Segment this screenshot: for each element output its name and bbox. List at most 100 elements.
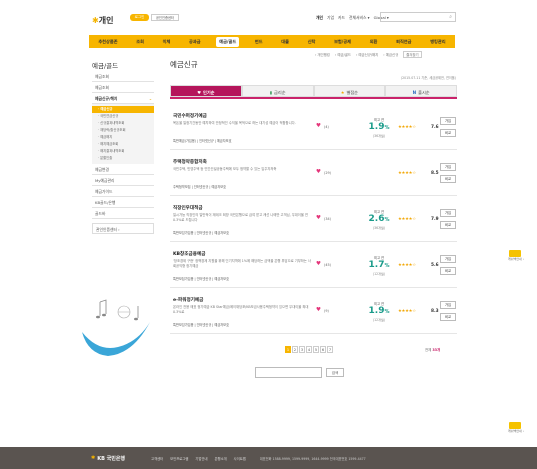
- heart-icon[interactable]: ♥: [316, 215, 321, 221]
- footer-link[interactable]: 보안프로그램: [170, 456, 188, 461]
- sidebar-item[interactable]: My예금관리: [92, 175, 154, 186]
- page-2[interactable]: 2: [292, 346, 298, 353]
- product-name[interactable]: e-파워정기예금: [173, 297, 203, 303]
- page-4[interactable]: 4: [306, 346, 312, 353]
- mainnav-item[interactable]: 이체: [160, 37, 174, 47]
- total-label: 전체: [425, 348, 432, 352]
- topnav-personal[interactable]: 개인: [316, 15, 323, 21]
- sidebar-item[interactable]: 예금조회: [92, 82, 154, 93]
- kb-logo[interactable]: ✱개인: [92, 15, 113, 26]
- mainnav-item[interactable]: 추천상품존: [95, 37, 120, 47]
- favorite-button[interactable]: 즐겨찾기: [403, 51, 422, 58]
- product-links[interactable]: 특판모임가입용 | 인터넷신규 | 예금자보호: [173, 230, 229, 235]
- product-name[interactable]: 직장인우대적금: [173, 205, 203, 211]
- compare-button[interactable]: 비교: [440, 129, 456, 137]
- footer-link[interactable]: 사이트맵: [234, 456, 246, 461]
- mainnav-item[interactable]: 대출: [278, 37, 292, 47]
- heart-icon[interactable]: ♥: [316, 307, 321, 313]
- join-button[interactable]: 가입: [440, 255, 456, 263]
- submenu-item-selected[interactable]: · 예금신규: [92, 106, 154, 113]
- sidebar-item[interactable]: 예금변경: [92, 164, 154, 175]
- join-button[interactable]: 가입: [440, 209, 456, 217]
- submenu-item[interactable]: · 해지예금조회: [92, 141, 154, 148]
- mainnav-item[interactable]: 외환: [367, 37, 381, 47]
- topnav-business[interactable]: 기업: [327, 15, 334, 21]
- product-search-button[interactable]: 검색: [326, 368, 344, 377]
- submenu-item[interactable]: · 예금해지: [92, 134, 154, 141]
- cashback-banner[interactable]: 캐쉬백안내 ›: [508, 250, 524, 264]
- sidebar-item[interactable]: 예금가이드: [92, 186, 154, 197]
- crumb-item[interactable]: › 예금/골드: [335, 52, 351, 57]
- submenu-item[interactable]: · 해지결과내역조회: [92, 148, 154, 155]
- page-7[interactable]: 7: [327, 346, 333, 353]
- cashback-banner-bottom[interactable]: 캐쉬백안내 ›: [508, 422, 524, 436]
- submenu-item[interactable]: · 국민연금신규: [92, 113, 154, 120]
- cert-center-button[interactable]: 공인인증센터: [151, 14, 179, 21]
- sidebar-item-new-deposit[interactable]: 예금신규/해지 ⌄: [92, 93, 154, 104]
- footer-link[interactable]: 은행소개: [215, 456, 227, 461]
- footer-links: 고객센터 보안프로그램 기업안내 은행소개 사이트맵: [151, 456, 246, 461]
- footer-link[interactable]: 기업안내: [195, 456, 207, 461]
- login-button[interactable]: 로그인: [130, 14, 149, 21]
- rate-period: (12개월): [372, 272, 386, 276]
- join-button[interactable]: 가입: [440, 163, 456, 171]
- mainnav-item[interactable]: 보험/공제: [331, 37, 354, 47]
- crumb-item[interactable]: › 개인뱅킹: [315, 52, 330, 57]
- rating-stars: ★★★★☆: [398, 171, 416, 176]
- mainnav-item[interactable]: 뱅킹관리: [427, 37, 448, 47]
- page-5[interactable]: 5: [313, 346, 319, 353]
- product-links[interactable]: 특판모임가입용 | 인터넷신규 | 예금자보호: [173, 322, 229, 327]
- tab-newest[interactable]: N 출시순: [385, 85, 457, 97]
- page-1[interactable]: 1: [285, 346, 291, 353]
- product-links[interactable]: 특판예금(가입용) | 인터넷신규 | 예금자보호: [173, 138, 232, 143]
- search-input[interactable]: ⌕: [380, 12, 456, 22]
- product-desc: '창조경제 구현' 정책경제 지원을 위해 인기지역에 1%에 해당하는 금액을…: [173, 259, 311, 269]
- topnav-all-services[interactable]: 전체서비스 ▾: [349, 15, 370, 21]
- product-name[interactable]: 주택청약종합저축: [173, 159, 207, 165]
- interest-rate: 최고 연 1.9% (12개월): [364, 301, 394, 322]
- mainnav-item[interactable]: 조회: [133, 37, 147, 47]
- product-name[interactable]: 국민수퍼정기예금: [173, 113, 207, 119]
- submenu-item[interactable]: · 신규결과내역조회: [92, 120, 154, 127]
- product-links[interactable]: 주택청약모집 | 인터넷신규 | 예금자보호: [173, 184, 226, 189]
- topnav-card[interactable]: 카드: [338, 15, 345, 21]
- rating-score: 7.9: [431, 217, 439, 222]
- sidebar-item[interactable]: 골드바: [92, 208, 154, 219]
- tab-rating[interactable]: ★ 별점순: [313, 85, 386, 97]
- page-title: 예금신규: [170, 60, 198, 69]
- search-icon[interactable]: ⌕: [449, 14, 452, 20]
- compare-button[interactable]: 비교: [440, 313, 456, 321]
- page-3[interactable]: 3: [299, 346, 305, 353]
- compare-button[interactable]: 비교: [440, 175, 456, 183]
- crumb-item[interactable]: › 예금신규/해지: [356, 52, 378, 57]
- product-name[interactable]: KB창조금융예금: [173, 251, 205, 257]
- mainnav-item[interactable]: 펀드: [252, 37, 266, 47]
- compare-button[interactable]: 비교: [440, 267, 456, 275]
- tab-rate[interactable]: ▮ 금리순: [241, 85, 314, 97]
- footer-logo[interactable]: ✱ KB 국민은행: [91, 455, 125, 462]
- total-value: 33개: [432, 348, 441, 352]
- mainnav-item[interactable]: 공과금: [186, 37, 204, 47]
- mainnav-item[interactable]: 퇴직연금: [393, 37, 414, 47]
- join-button[interactable]: 가입: [440, 117, 456, 125]
- rate-number: 1.9: [368, 122, 385, 132]
- mainnav-item[interactable]: 신탁: [305, 37, 319, 47]
- tab-popular[interactable]: ♥ 인기순: [170, 85, 242, 97]
- cert-center-link[interactable]: 관인인증센터 ›: [92, 223, 154, 234]
- footer-link[interactable]: 고객센터: [151, 456, 163, 461]
- join-button[interactable]: 가입: [440, 301, 456, 309]
- heart-icon[interactable]: ♥: [316, 261, 321, 267]
- list-item: 국민수퍼정기예금 목돈을 일정기간동안 예치하여 안정적인 수익을 목적으로 하…: [170, 104, 457, 150]
- heart-icon[interactable]: ♥: [316, 169, 321, 175]
- cashback-icon: [509, 422, 521, 429]
- product-links[interactable]: 특판모집가입용 | 인터넷신규 | 예금자보호: [173, 276, 229, 281]
- mainnav-item-deposit[interactable]: 예금/골드: [216, 36, 240, 47]
- submenu-item[interactable]: · 분할인출: [92, 155, 154, 162]
- submenu-item[interactable]: · 재당락/출신규조회: [92, 127, 154, 134]
- heart-icon[interactable]: ♥: [316, 123, 321, 129]
- compare-button[interactable]: 비교: [440, 221, 456, 229]
- page-6[interactable]: 6: [320, 346, 326, 353]
- sidebar-item[interactable]: 예금조회: [92, 71, 154, 82]
- sidebar-item[interactable]: KB골드/은행: [92, 197, 154, 208]
- product-search-input[interactable]: [255, 367, 322, 378]
